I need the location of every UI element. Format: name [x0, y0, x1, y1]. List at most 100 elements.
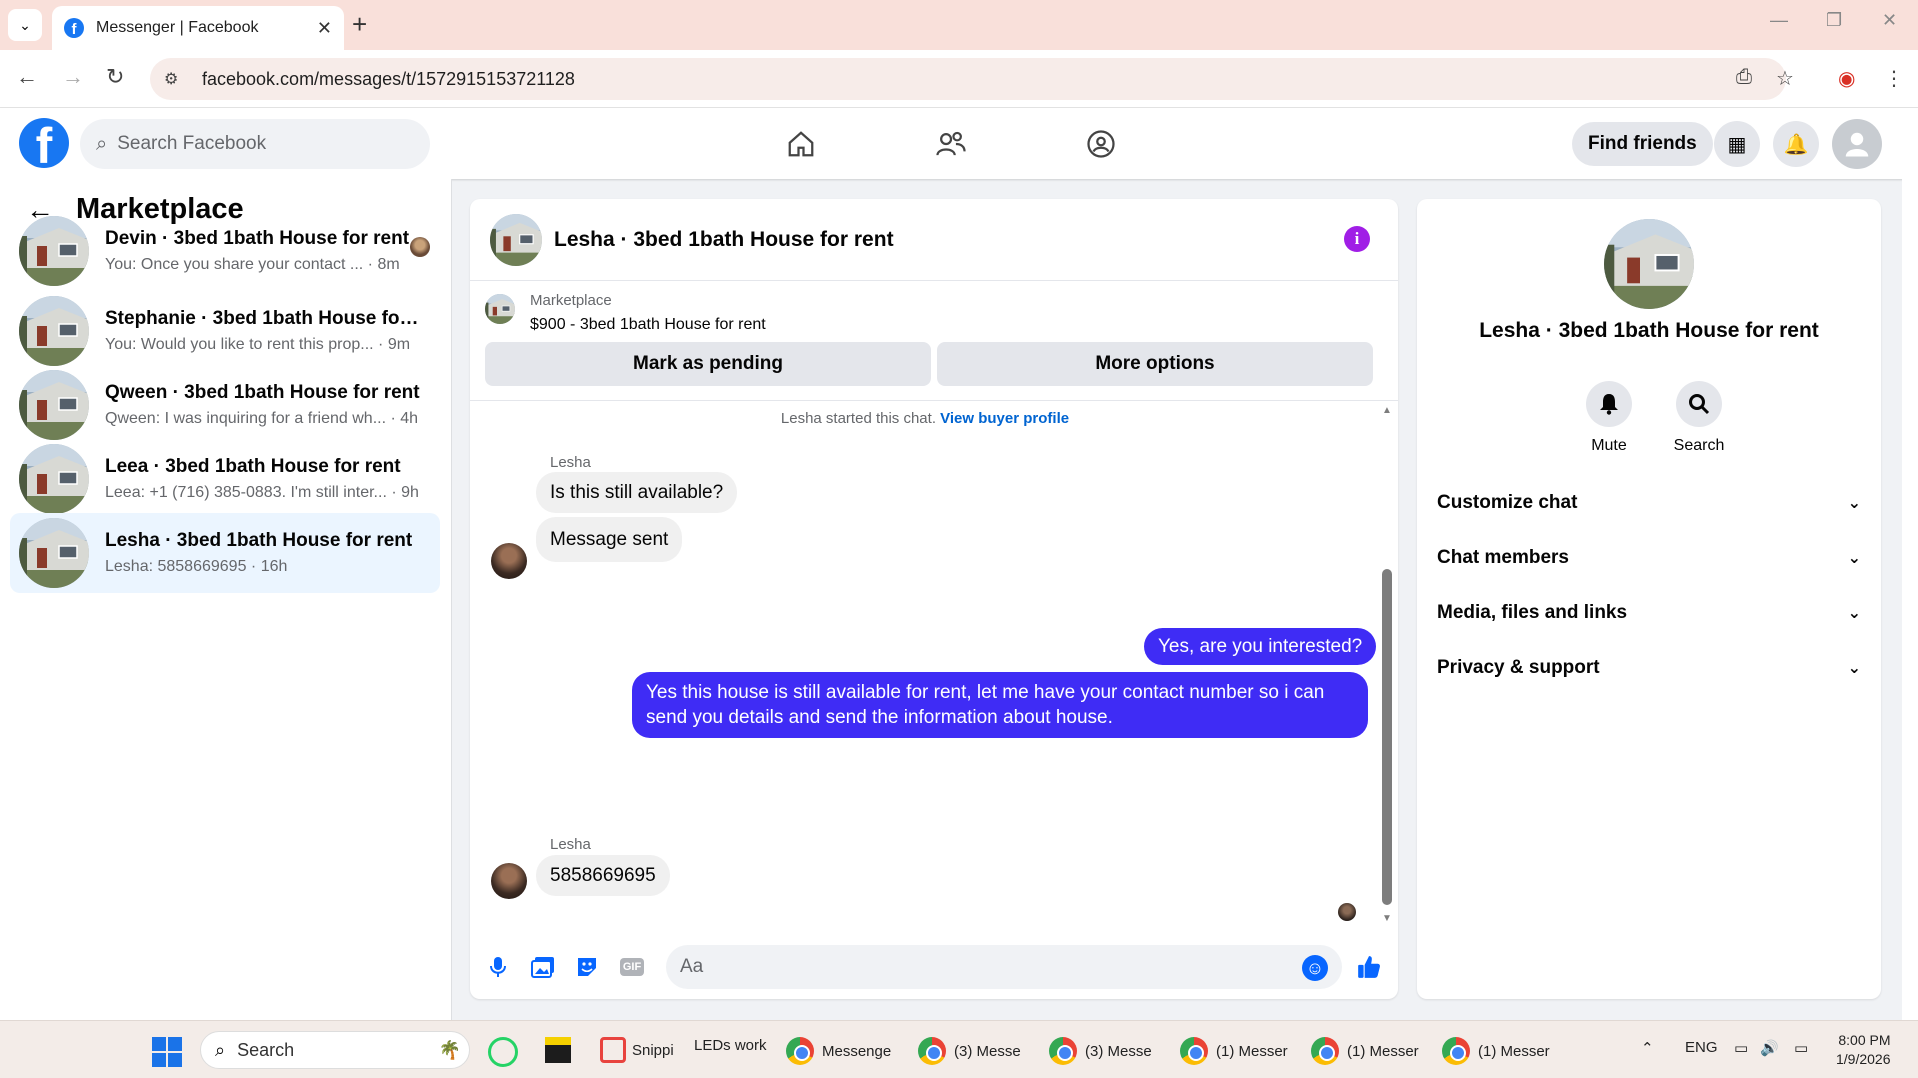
scroll-down-arrow[interactable]: ▼ — [1382, 913, 1392, 924]
taskbar-chrome-window[interactable]: (1) Messer — [1180, 1037, 1288, 1065]
facebook-search-input[interactable]: ⌕ Search Facebook — [80, 119, 430, 169]
chrome-icon — [786, 1037, 814, 1065]
profile-icon[interactable]: ◉ — [1838, 66, 1855, 91]
search-icon[interactable] — [1676, 381, 1722, 427]
page-scrollbar[interactable] — [1902, 108, 1918, 1020]
conversation-item[interactable]: Leea · 3bed 1bath House for rent Leea: +1… — [10, 439, 440, 519]
chat-title[interactable]: Lesha · 3bed 1bath House for rent — [554, 228, 894, 252]
conversation-item[interactable]: Stephanie · 3bed 1bath House for r... You… — [10, 291, 440, 371]
taskbar-chrome-window[interactable]: (1) Messer — [1442, 1037, 1550, 1065]
facebook-favicon-icon: f — [64, 18, 84, 38]
privacy-support-section[interactable]: Privacy & support ⌄ — [1437, 646, 1861, 690]
url-field[interactable]: ⚙ facebook.com/messages/t/15729151537211… — [150, 58, 1786, 100]
taskbar-snipping-tool[interactable]: Snippi — [600, 1037, 674, 1063]
notifications-bell-icon[interactable]: 🔔 — [1773, 121, 1819, 167]
site-info-icon[interactable]: ⚙ — [164, 69, 192, 89]
chrome-icon — [1311, 1037, 1339, 1065]
chrome-icon — [1442, 1037, 1470, 1065]
back-icon[interactable]: ← — [16, 64, 38, 90]
browser-menu-icon[interactable]: ⋮ — [1884, 66, 1904, 91]
search-action[interactable]: Search — [1659, 381, 1739, 455]
taskbar-item-label: Snippi — [632, 1041, 674, 1059]
groups-icon[interactable] — [1081, 126, 1121, 162]
conversation-item[interactable]: Qween · 3bed 1bath House for rent Qween: … — [10, 365, 440, 445]
conversation-snippet: Qween: I was inquiring for a friend wh..… — [105, 410, 387, 427]
facebook-top-nav: f ⌕ Search Facebook Find friends ▦ 🔔 — [0, 108, 1918, 179]
message-sender: Lesha — [550, 454, 591, 471]
system-clock[interactable]: 8:00 PM 1/9/2026 — [1836, 1031, 1891, 1069]
thread-scrollbar[interactable] — [1382, 569, 1392, 905]
search-icon: ⌕ — [96, 132, 108, 155]
language-indicator[interactable]: ENG — [1685, 1039, 1718, 1056]
find-friends-button[interactable]: Find friends — [1572, 122, 1713, 166]
message-bubble[interactable]: Is this still available? — [536, 472, 738, 513]
close-tab-icon[interactable]: ✕ — [317, 18, 332, 39]
taskbar-chrome-window[interactable]: (1) Messer — [1311, 1037, 1419, 1065]
close-window-icon[interactable]: ✕ — [1882, 10, 1897, 31]
info-icon[interactable]: i — [1344, 226, 1370, 252]
browser-tab[interactable]: f Messenger | Facebook ✕ — [52, 6, 344, 50]
mute-action[interactable]: Mute — [1569, 381, 1649, 455]
conversation-item[interactable]: Lesha · 3bed 1bath House for rent Lesha: … — [10, 513, 440, 593]
minimize-icon[interactable]: — — [1770, 10, 1788, 31]
photo-icon[interactable] — [528, 952, 558, 982]
network-icon[interactable]: ▭ — [1734, 1039, 1748, 1057]
chat-avatar[interactable] — [490, 213, 542, 266]
bookmark-star-icon[interactable]: ☆ — [1776, 66, 1794, 91]
chat-members-section[interactable]: Chat members ⌄ — [1437, 536, 1861, 580]
taskbar-chrome-window[interactable]: (3) Messe — [918, 1037, 1021, 1065]
message-bubble[interactable]: Message sent — [536, 517, 683, 562]
browser-tab-bar: ⌄ f Messenger | Facebook ✕ + — ❐ ✕ — [0, 0, 1918, 50]
view-buyer-profile-link[interactable]: View buyer profile — [940, 410, 1069, 427]
conversation-time: 16h — [260, 558, 288, 575]
scroll-up-arrow[interactable]: ▲ — [1382, 405, 1392, 416]
message-bubble[interactable]: 5858669695 — [536, 855, 670, 896]
marketplace-label: Marketplace — [530, 292, 612, 309]
more-options-button[interactable]: More options — [937, 342, 1373, 386]
thumbs-up-icon[interactable] — [1354, 952, 1384, 982]
install-app-icon[interactable]: ⎙ — [1736, 66, 1752, 89]
volume-icon[interactable]: 🔊 — [1760, 1039, 1779, 1057]
mark-as-pending-button[interactable]: Mark as pending — [485, 342, 931, 386]
listing-thumbnail[interactable] — [485, 294, 515, 324]
taskbar-search-input[interactable]: ⌕ Search 🌴 — [200, 1031, 470, 1069]
sender-avatar[interactable] — [491, 863, 527, 899]
media-files-links-section[interactable]: Media, files and links ⌄ — [1437, 591, 1861, 635]
new-tab-button[interactable]: + — [352, 10, 367, 38]
forward-icon[interactable]: → — [62, 64, 84, 90]
taskbar-chrome-window[interactable]: (3) Messe — [1049, 1037, 1152, 1065]
message-bubble-outgoing[interactable]: Yes this house is still available for re… — [632, 672, 1368, 738]
contact-avatar[interactable] — [1604, 219, 1694, 309]
gif-icon[interactable]: GIF — [617, 952, 647, 982]
menu-grid-icon[interactable]: ▦ — [1714, 121, 1760, 167]
sender-avatar[interactable] — [491, 543, 527, 579]
sticker-icon[interactable] — [572, 952, 602, 982]
customize-chat-section[interactable]: Customize chat ⌄ — [1437, 481, 1861, 525]
listing-title[interactable]: $900 - 3bed 1bath House for rent — [530, 316, 766, 334]
reload-icon[interactable]: ↻ — [106, 64, 124, 90]
home-icon[interactable] — [781, 126, 821, 162]
facebook-logo[interactable]: f — [19, 118, 69, 168]
windows-taskbar: ⌕ Search 🌴 Snippi LEDs work Messenge (3)… — [0, 1020, 1918, 1078]
bell-icon[interactable] — [1586, 381, 1632, 427]
conversation-item[interactable]: Devin · 3bed 1bath House for rent You: On… — [10, 211, 440, 291]
message-sender: Lesha — [550, 836, 591, 853]
chevron-down-icon: ⌄ — [19, 16, 31, 33]
taskbar-chrome-window[interactable]: Messenge — [786, 1037, 891, 1065]
emoji-icon[interactable]: ☺ — [1302, 955, 1328, 981]
restore-icon[interactable]: ❐ — [1826, 10, 1842, 31]
conversation-time: 9h — [401, 484, 419, 501]
message-bubble-outgoing[interactable]: Yes, are you interested? — [1144, 628, 1377, 665]
friends-icon[interactable] — [931, 126, 971, 162]
taskbar-leds-work[interactable]: LEDs work — [694, 1037, 767, 1054]
windows-start-icon[interactable] — [152, 1037, 182, 1067]
chevron-up-icon[interactable]: ⌃ — [1641, 1039, 1654, 1057]
account-avatar[interactable] — [1832, 119, 1882, 169]
conversation-time: 9m — [387, 336, 411, 353]
whatsapp-icon[interactable] — [488, 1037, 518, 1067]
microphone-icon[interactable] — [483, 952, 513, 982]
message-input[interactable]: Aa ☺ — [666, 945, 1342, 989]
sticky-notes-icon[interactable] — [545, 1037, 571, 1063]
tab-search-button[interactable]: ⌄ — [8, 9, 42, 41]
battery-icon[interactable]: ▭ — [1794, 1039, 1808, 1057]
